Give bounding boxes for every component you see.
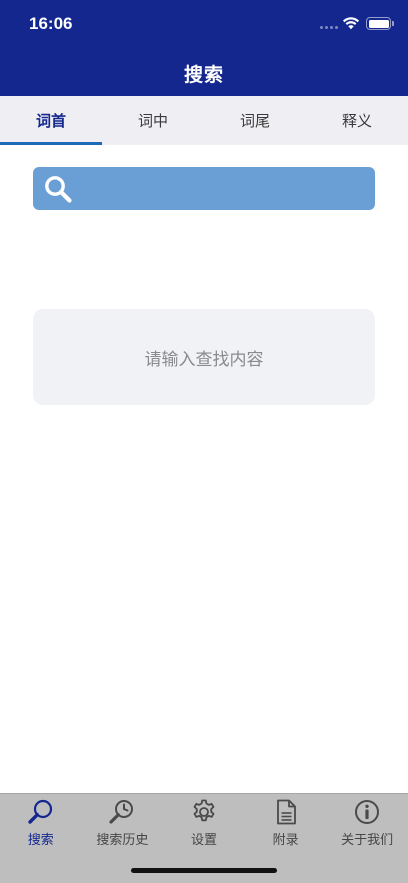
- tab-suffix[interactable]: 词尾: [204, 96, 306, 145]
- tab-definition[interactable]: 释义: [306, 96, 408, 145]
- navigation-bar: 搜索: [0, 50, 408, 96]
- search-box[interactable]: [33, 167, 375, 210]
- bottom-tab-about[interactable]: 关于我们: [326, 794, 408, 883]
- empty-state-message: 请输入查找内容: [144, 349, 264, 370]
- page-title: 搜索: [183, 63, 224, 86]
- cellular-signal-icon: [320, 26, 338, 29]
- tab-infix[interactable]: 词中: [102, 96, 204, 145]
- status-bar: 16:06: [0, 0, 408, 50]
- battery-icon: [366, 17, 394, 30]
- tab-prefix[interactable]: 词首: [0, 96, 102, 145]
- search-screen: 16:06 搜索 词首 词中 词尾 释义 请输入查找内容 搜索 搜索历史 设置 …: [0, 0, 408, 883]
- wifi-icon: [342, 17, 360, 30]
- search-input[interactable]: [73, 167, 375, 210]
- search-icon: [28, 799, 52, 824]
- search-mode-tabs: 词首 词中 词尾 释义: [0, 96, 408, 145]
- search-icon: [45, 175, 72, 203]
- empty-state-card: 请输入查找内容: [33, 309, 375, 405]
- bottom-tab-search[interactable]: 搜索: [0, 794, 82, 883]
- history-icon: [109, 800, 134, 824]
- home-indicator[interactable]: [131, 868, 277, 873]
- document-icon: [276, 799, 296, 825]
- status-time: 16:06: [29, 14, 73, 33]
- gear-icon: [193, 799, 215, 822]
- info-icon: [355, 800, 380, 824]
